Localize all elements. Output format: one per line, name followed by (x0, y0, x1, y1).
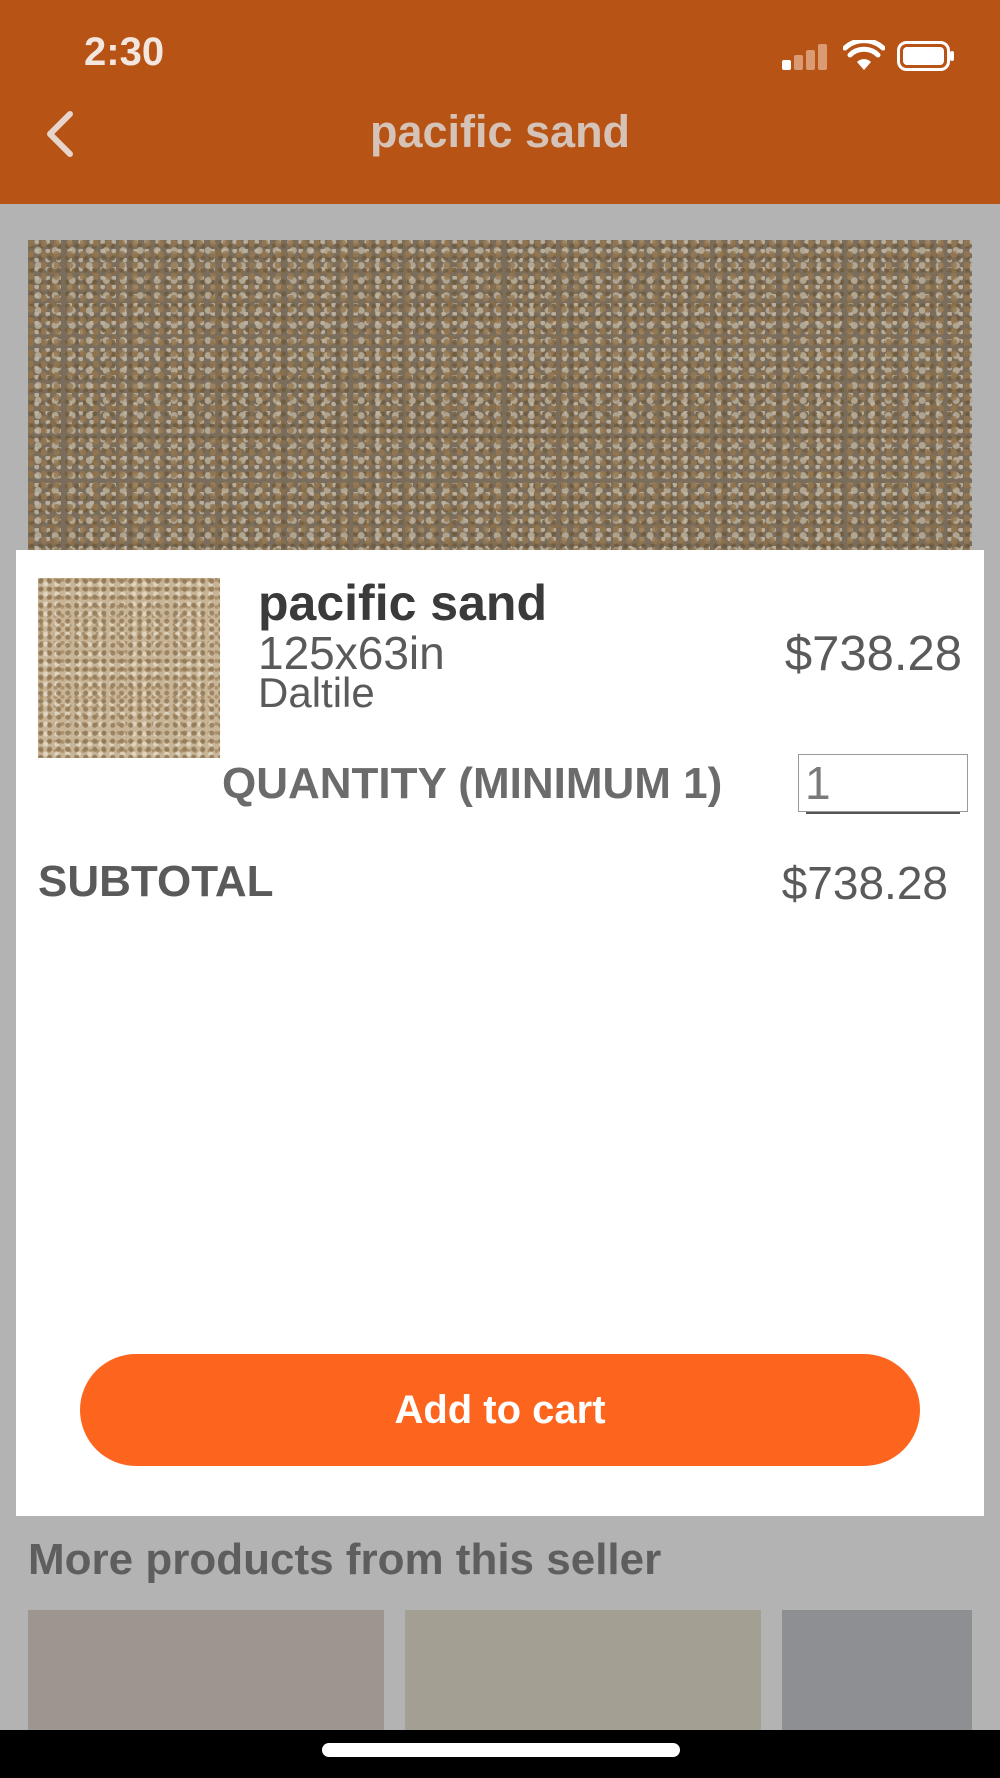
product-card[interactable] (28, 1610, 384, 1730)
product-price: $738.28 (784, 627, 962, 681)
product-hero-image (28, 240, 972, 550)
home-indicator[interactable] (322, 1743, 680, 1757)
product-card[interactable] (782, 1610, 972, 1730)
quantity-label: QUANTITY (MINIMUM 1) (222, 759, 723, 808)
status-time: 2:30 (84, 30, 165, 74)
status-bar: 2:30 (0, 0, 1000, 110)
cellular-signal-icon (782, 44, 828, 70)
chevron-left-icon (47, 111, 73, 157)
product-thumbnail (38, 578, 220, 758)
subtotal-label: SUBTOTAL (38, 857, 274, 906)
more-products-title: More products from this seller (28, 1535, 662, 1584)
product-card[interactable] (405, 1610, 761, 1730)
quantity-input[interactable] (798, 754, 968, 812)
add-to-cart-button[interactable]: Add to cart (80, 1354, 920, 1466)
product-brand: Daltile (258, 669, 375, 716)
wifi-icon (843, 40, 885, 70)
page-title: pacific sand (369, 106, 631, 157)
product-name: pacific sand (258, 575, 547, 631)
back-button[interactable] (40, 108, 84, 160)
battery-icon (897, 41, 954, 71)
subtotal-value: $738.28 (781, 857, 948, 909)
